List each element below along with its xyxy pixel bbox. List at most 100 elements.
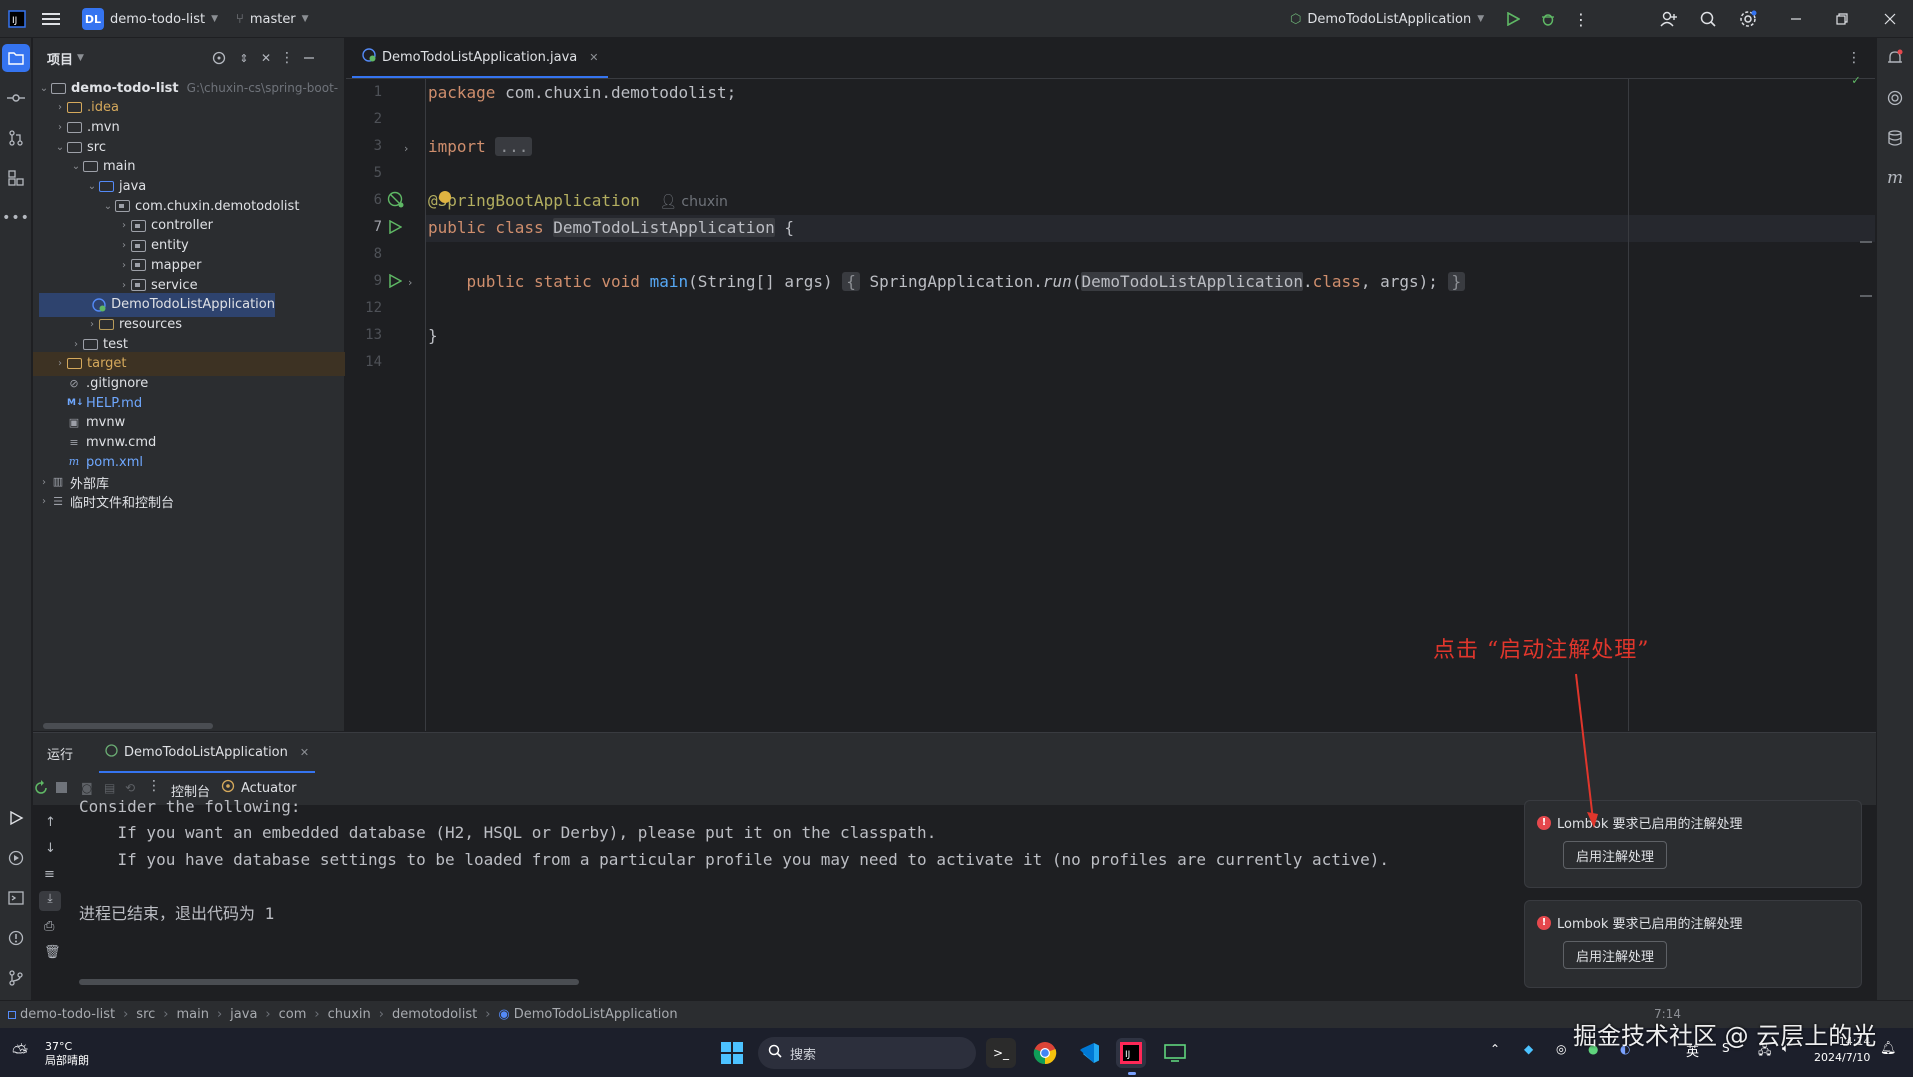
more-tools-icon[interactable]: ••• xyxy=(2,204,30,232)
tray-controller-icon[interactable]: ◎ xyxy=(1556,1042,1566,1056)
locate-icon[interactable] xyxy=(205,44,233,72)
breadcrumb-item[interactable]: DemoTodoListApplication xyxy=(514,1007,678,1022)
restore-icon[interactable] xyxy=(1828,5,1856,33)
fold-expand-icon[interactable]: › xyxy=(404,142,408,155)
rerun-icon[interactable] xyxy=(33,780,49,800)
minimize-icon[interactable] xyxy=(1782,5,1810,33)
chevron-right-icon[interactable]: › xyxy=(85,319,99,330)
chevron-right-icon[interactable]: › xyxy=(117,280,131,291)
author-hint[interactable]: 👤︎ chuxin xyxy=(659,194,728,210)
problems-icon[interactable] xyxy=(2,924,30,952)
start-windows-icon[interactable] xyxy=(717,1038,747,1068)
project-panel-title[interactable]: 项目 xyxy=(47,49,73,68)
terminal-app-icon[interactable]: >_ xyxy=(986,1038,1016,1068)
more-actions-icon[interactable]: ⋮ xyxy=(1567,5,1595,33)
structure-icon[interactable] xyxy=(2,164,30,192)
notifications-icon[interactable] xyxy=(1881,44,1909,72)
chevron-down-icon[interactable]: ⌄ xyxy=(37,83,51,94)
print-icon[interactable]: ⎙ xyxy=(44,919,54,934)
main-menu-icon[interactable] xyxy=(42,0,60,38)
chevron-right-icon[interactable]: › xyxy=(117,260,131,271)
close-tab-icon[interactable]: ✕ xyxy=(589,51,598,64)
run-config-selector[interactable]: ⬡ DemoTodoListApplication ▼ xyxy=(1290,0,1484,38)
debug-icon[interactable] xyxy=(1534,5,1562,33)
notification-bell-icon[interactable]: 🔔︎ xyxy=(1880,1041,1897,1056)
chevron-right-icon[interactable]: › xyxy=(117,220,131,231)
chevron-right-icon[interactable]: › xyxy=(117,240,131,251)
chevron-right-icon[interactable]: › xyxy=(53,102,67,113)
settings-gear-icon[interactable] xyxy=(1734,5,1762,33)
ai-assistant-icon[interactable] xyxy=(1881,84,1909,112)
scroll-to-end-icon[interactable]: ⤓ xyxy=(39,891,61,911)
spring-bean-icon[interactable] xyxy=(387,191,405,213)
tab-demo-todo-list-application[interactable]: DemoTodoListApplication.java ✕ xyxy=(352,38,609,78)
breadcrumb-item[interactable]: com xyxy=(279,1007,307,1022)
database-icon[interactable] xyxy=(1881,124,1909,152)
code-line-3: import ... xyxy=(428,133,533,160)
project-selector[interactable]: DL demo-todo-list ▼ xyxy=(82,0,218,38)
chevron-right-icon[interactable]: › xyxy=(37,496,51,507)
run-tab[interactable]: DemoTodoListApplication ✕ xyxy=(99,733,316,773)
soft-wrap-icon[interactable]: ≡ xyxy=(44,867,55,882)
chrome-icon[interactable] xyxy=(1030,1038,1060,1068)
tree-item[interactable]: › ☰ 临时文件和控制台 xyxy=(33,490,345,514)
no-problems-check-icon[interactable]: ✓ xyxy=(1852,73,1860,88)
breadcrumb-item[interactable]: demo-todo-list xyxy=(20,1007,115,1022)
run-gutter-icon[interactable] xyxy=(388,219,403,238)
vscode-icon[interactable] xyxy=(1074,1038,1104,1068)
enable-annotation-processing-button[interactable]: 启用注解处理 xyxy=(1563,941,1668,969)
breadcrumb-item[interactable]: demotodolist xyxy=(392,1007,477,1022)
code-editor[interactable]: package com.chuxin.demotodolist; import … xyxy=(426,73,1875,731)
chevron-down-icon[interactable]: ⌄ xyxy=(69,161,83,172)
scroll-up-icon[interactable]: ↑ xyxy=(45,815,56,830)
app-logo-icon[interactable]: IJ xyxy=(8,0,26,38)
run-tool-icon[interactable] xyxy=(2,804,30,832)
taskbar-search[interactable]: 搜索 xyxy=(758,1037,976,1069)
lightbulb-icon[interactable] xyxy=(439,191,451,203)
clear-trash-icon[interactable]: 🗑︎ xyxy=(44,945,61,960)
intellij-app-icon[interactable]: IJ xyxy=(1116,1038,1146,1068)
commit-icon[interactable] xyxy=(2,84,30,112)
remote-desktop-icon[interactable] xyxy=(1160,1038,1190,1068)
chevron-right-icon[interactable]: › xyxy=(53,122,67,133)
maven-icon[interactable]: m xyxy=(1881,164,1909,192)
terminal-icon[interactable] xyxy=(2,884,30,912)
weather-icon[interactable]: ⛅︎ xyxy=(12,1040,28,1064)
horizontal-scrollbar[interactable] xyxy=(79,979,579,985)
tray-chevron-up-icon[interactable]: ⌃ xyxy=(1490,1042,1500,1056)
close-window-icon[interactable] xyxy=(1876,5,1904,33)
close-tab-icon[interactable]: ✕ xyxy=(300,746,309,759)
stop-icon[interactable] xyxy=(56,782,67,793)
run-icon[interactable] xyxy=(1499,5,1527,33)
branch-selector[interactable]: ⑂ master ▼ xyxy=(236,0,309,38)
horizontal-scrollbar[interactable] xyxy=(43,723,213,729)
chevron-right-icon[interactable]: › xyxy=(37,477,51,488)
chevron-down-icon[interactable]: ▼ xyxy=(77,53,84,63)
fold-expand-icon[interactable]: › xyxy=(408,276,412,289)
git-icon[interactable] xyxy=(2,964,30,992)
run-gutter-icon[interactable] xyxy=(388,273,403,292)
options-icon[interactable]: ⋮ xyxy=(147,778,161,794)
chevron-right-icon[interactable]: › xyxy=(53,358,67,369)
services-icon[interactable] xyxy=(2,844,30,872)
breadcrumb-item[interactable]: src xyxy=(136,1007,155,1022)
chevron-down-icon[interactable]: ⌄ xyxy=(53,142,67,153)
search-icon[interactable] xyxy=(1694,5,1722,33)
tab-options-icon[interactable]: ⋮ xyxy=(1840,44,1868,72)
add-user-icon[interactable] xyxy=(1655,5,1683,33)
folded-imports[interactable]: ... xyxy=(495,137,533,156)
scroll-down-icon[interactable]: ↓ xyxy=(45,841,56,856)
chevron-down-icon[interactable]: ⌄ xyxy=(85,181,99,192)
breadcrumb-item[interactable]: java xyxy=(230,1007,257,1022)
enable-annotation-processing-button[interactable]: 启用注解处理 xyxy=(1563,841,1668,869)
breadcrumb-item[interactable]: chuxin xyxy=(328,1007,371,1022)
breadcrumb-item[interactable]: main xyxy=(176,1007,208,1022)
project-tool-icon[interactable] xyxy=(2,44,30,72)
hide-panel-icon[interactable] xyxy=(295,44,323,72)
package-icon xyxy=(131,259,151,272)
chevron-down-icon[interactable]: ⌄ xyxy=(101,201,115,212)
chevron-right-icon[interactable]: › xyxy=(69,339,83,350)
tray-app-icon[interactable]: ◆ xyxy=(1524,1042,1533,1056)
pull-requests-icon[interactable] xyxy=(2,124,30,152)
weather-widget[interactable]: 37°C 局部晴朗 xyxy=(45,1040,89,1068)
